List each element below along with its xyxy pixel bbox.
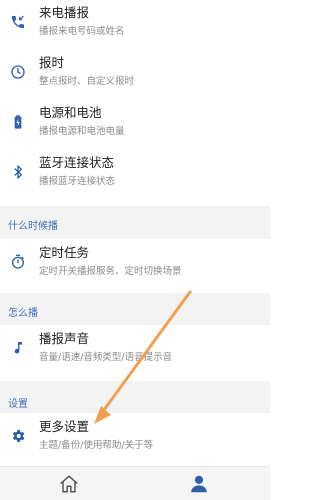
item-title: 播报声音 [39,331,90,346]
list-item-more-settings[interactable]: 更多设置 主题/备份/使用帮助/关于等 [0,414,270,460]
item-title: 蓝牙连接状态 [39,155,115,170]
item-subtitle: 定时开关播报服务、定时切换场景 [39,266,182,277]
gear-icon [8,426,28,446]
section-header-when: 什么时候播 [0,206,270,239]
item-title: 定时任务 [39,245,90,260]
item-title: 来电播报 [39,5,90,20]
person-icon[interactable] [187,472,211,496]
list-item-announce-voice[interactable]: 播报声音 音量/语速/音频类型/语音提示音 [0,326,270,372]
list-item-power-battery[interactable]: 电源和电池 播报电源和电池电量 [0,100,270,146]
clock-icon [8,62,28,82]
item-title: 报时 [39,55,65,70]
section-label: 怎么播 [8,308,38,319]
list-item-time-announce[interactable]: 报时 整点报时、自定义报时 [0,50,270,96]
item-title: 更多设置 [39,419,90,434]
item-subtitle: 播报来电号码或姓名 [39,26,125,37]
timer-icon [8,252,28,272]
item-subtitle: 播报蓝牙连接状态 [39,176,116,187]
battery-icon [8,112,28,132]
list-item-bluetooth-status[interactable]: 蓝牙连接状态 播报蓝牙连接状态 [0,150,270,196]
section-label: 什么时候播 [8,221,58,232]
phone-incoming-icon [8,12,28,32]
item-title: 电源和电池 [39,105,102,120]
home-icon[interactable] [57,472,81,496]
bluetooth-icon [8,162,28,182]
item-subtitle: 整点报时、自定义报时 [39,76,135,87]
list-item-scheduled-task[interactable]: 定时任务 定时开关播报服务、定时切换场景 [0,240,270,286]
item-subtitle: 主题/备份/使用帮助/关于等 [39,440,154,451]
item-subtitle: 播报电源和电池电量 [39,126,125,137]
section-header-how: 怎么播 [0,293,270,325]
list-item-call-announce[interactable]: 来电播报 播报来电号码或姓名 [0,0,270,46]
item-subtitle: 音量/语速/音频类型/语音提示音 [39,352,173,363]
music-note-icon [8,338,28,358]
section-label: 设置 [8,399,28,410]
section-header-settings: 设置 [0,381,270,413]
bottom-navigation [0,466,270,500]
